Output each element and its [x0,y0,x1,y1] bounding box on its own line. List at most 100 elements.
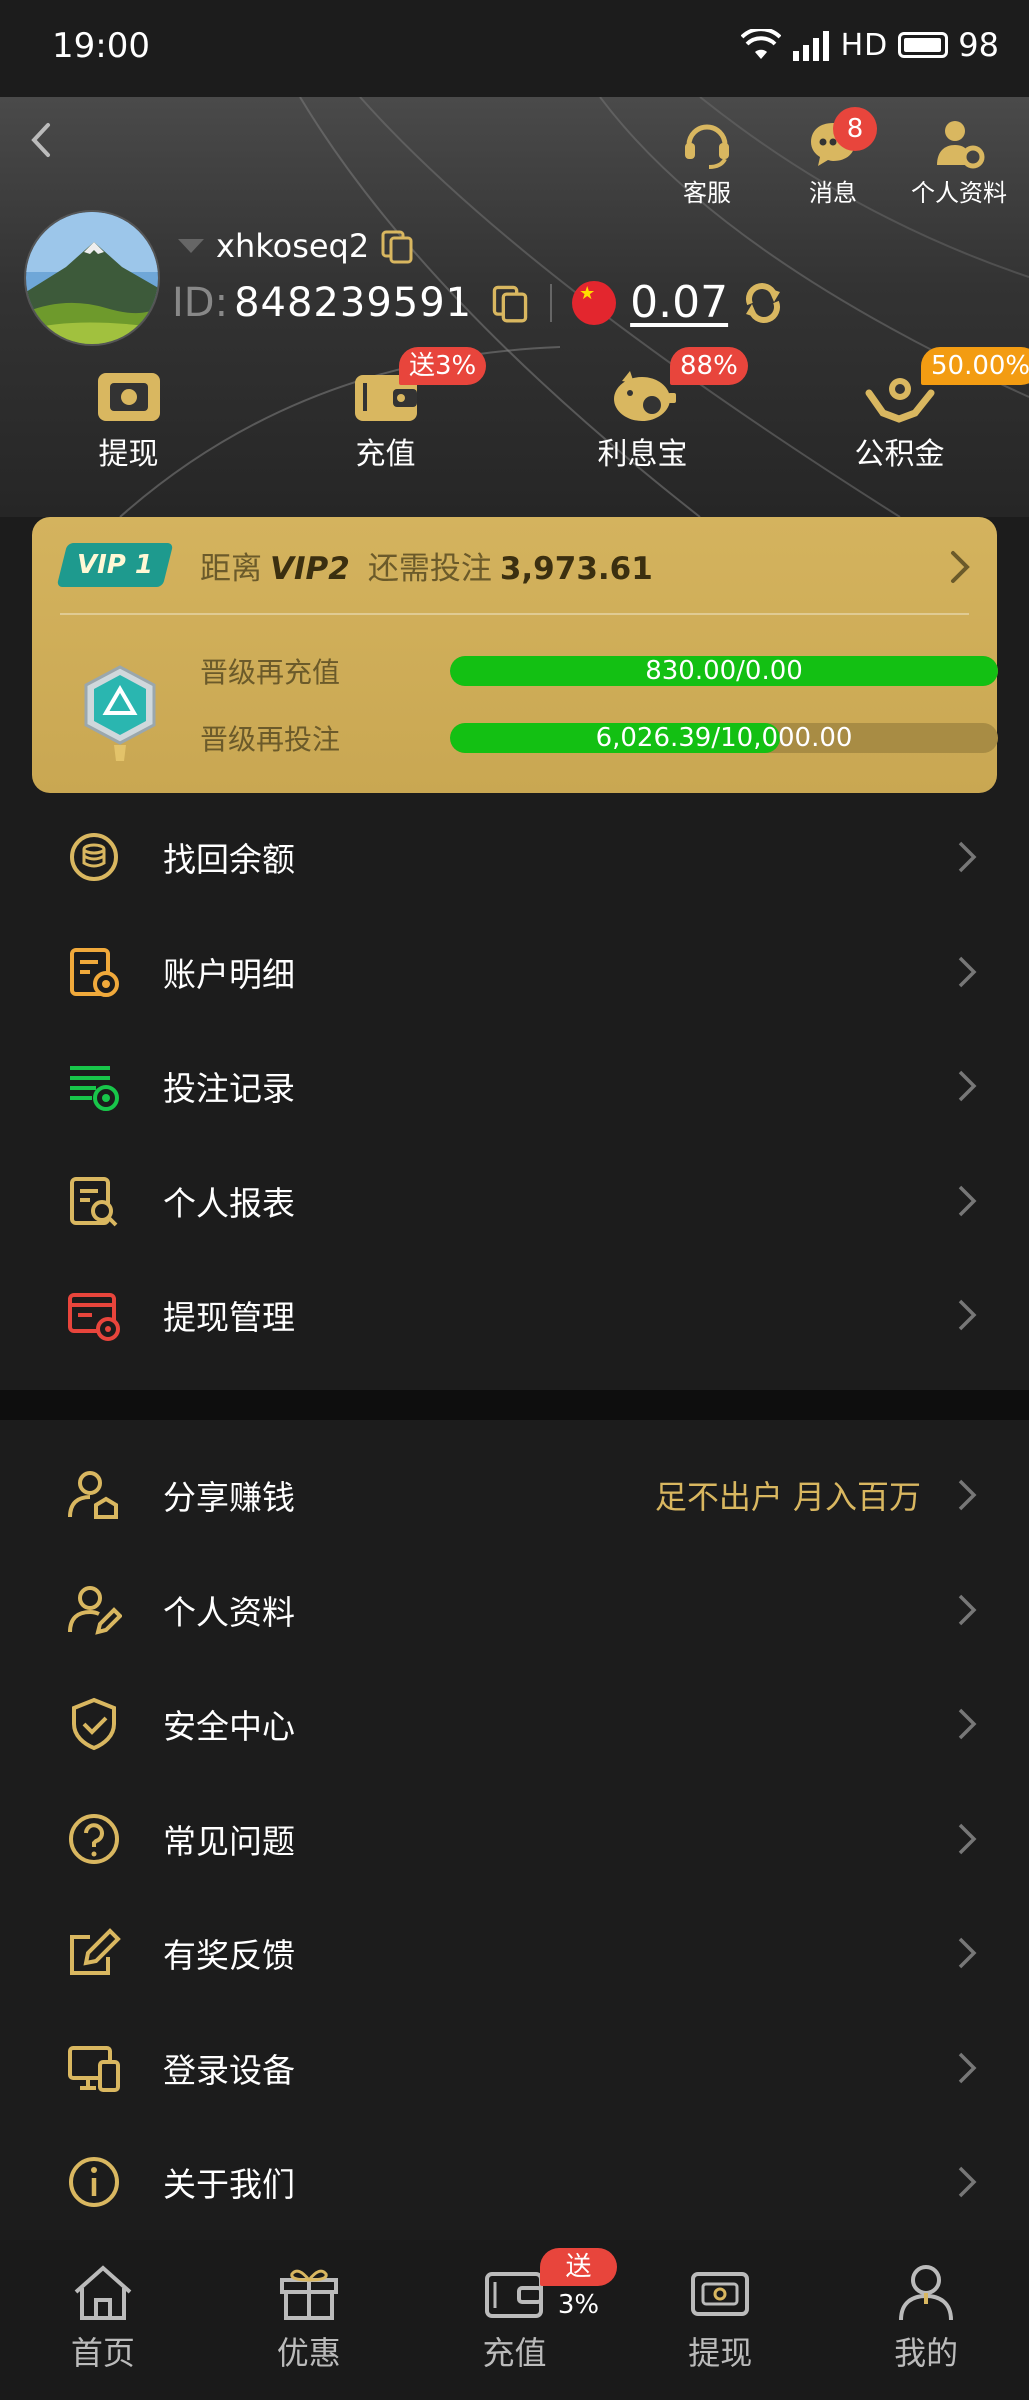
menu-item-faq[interactable]: 常见问题 [0,1782,1029,1897]
copy-icon[interactable] [379,228,415,264]
withdraw-icon [691,2272,750,2316]
vip-gem-icon [84,665,156,761]
devices-icon [68,2045,120,2092]
china-flag-icon [572,280,617,325]
id-label: ID: [172,279,229,326]
menu-item-feedback[interactable]: 有奖反馈 [0,1896,1029,2011]
network-type: HD [840,27,889,63]
customer-service-label: 客服 [683,179,731,207]
menu-item-about[interactable]: 关于我们 [0,2125,1029,2240]
chevron-right-icon[interactable] [945,547,975,587]
refresh-icon[interactable] [740,280,786,326]
report-icon [70,1176,118,1227]
avatar[interactable] [24,210,160,346]
interest-rate-badge: 88% [670,347,748,385]
vip-next-level: VIP2 [270,551,350,587]
share-earn-icon [68,1471,118,1520]
status-bar: 19:00 HD 98 [0,0,1029,97]
menu-item-bet-record[interactable]: 投注记录 [0,1029,1029,1144]
menu-item-account-detail[interactable]: 账户明细 [0,915,1029,1030]
nav-recharge[interactable]: 送3% 充值 [412,2240,618,2400]
menu-label: 有奖反馈 [163,1936,295,1976]
vip-level-badge: VIP 1 [56,543,174,587]
chevron-right-icon [958,1185,977,1216]
chevron-right-icon [958,1480,977,1511]
wifi-icon [740,29,781,59]
customer-service-button[interactable]: 客服 [647,115,767,208]
wallet-icon [485,2272,544,2318]
menu-item-profile[interactable]: 个人资料 [0,1553,1029,1668]
menu-item-security[interactable]: 安全中心 [0,1667,1029,1782]
share-earn-slogan: 足不出户 月入百万 [654,1478,921,1517]
recharge-progress-bar: 830.00/0.00 [450,656,998,686]
menu-item-withdraw-manage[interactable]: 提现管理 [0,1258,1029,1373]
menu-label: 找回余额 [163,840,295,880]
nav-recharge-bonus-badge: 送3% [539,2248,618,2320]
menu-item-share-earn[interactable]: 分享赚钱 足不出户 月入百万 [0,1438,1029,1553]
messages-button[interactable]: 8 消息 [773,107,893,208]
bet-progress-bar: 6,026.39/10,000.00 [450,723,998,753]
withdraw-icon [97,373,160,421]
quick-recharge-label: 充值 [355,437,416,472]
back-icon[interactable] [18,115,68,165]
recharge-progress-label: 晋级再充值 [200,656,341,689]
username: xhkoseq2 [216,227,370,265]
vip-distance-label: 距离 [200,551,262,587]
balance-amount: 0.07 [630,277,729,328]
vip-remaining-value: 3,973.61 [499,551,653,587]
signal-icon [792,31,829,61]
chevron-right-icon [958,1823,977,1854]
vip-card[interactable]: VIP 1 距离 VIP2 还需投注 3,973.61 晋级再充值 830.00… [32,517,998,793]
menu-group-account: 找回余额 账户明细 投注记录 个人报表 提现管理 [0,800,1029,1373]
recharge-progress-row: 晋级再充值 830.00/0.00 [200,651,998,691]
menu-label: 常见问题 [163,1821,295,1861]
menu-item-recover-balance[interactable]: 找回余额 [0,800,1029,915]
section-divider [0,1390,1029,1420]
user-id-row: ID: 848239591 0.07 [172,277,786,328]
chevron-right-icon [958,1938,977,1969]
nav-recharge-label: 充值 [482,2334,547,2372]
menu-label: 安全中心 [163,1707,295,1747]
menu-label: 账户明细 [163,954,295,994]
chevron-right-icon [958,2052,977,2083]
copy-id-icon[interactable] [490,283,530,323]
separator [550,283,553,322]
question-icon [69,1813,119,1864]
nav-home[interactable]: 首页 [0,2240,206,2400]
caret-down-icon[interactable] [176,236,206,256]
nav-promotions[interactable]: 优惠 [206,2240,412,2400]
status-time: 19:00 [52,26,150,66]
nav-home-label: 首页 [70,2334,135,2372]
battery-level: 98 [958,26,999,64]
nav-withdraw[interactable]: 提现 [617,2240,823,2400]
account-detail-icon [70,947,119,997]
profile-header: 客服 8 消息 个人资料 xhkoseq2 ID: 848239591 ★ 0.… [0,97,1029,517]
home-icon [74,2265,132,2320]
nav-profile[interactable]: 我的 [823,2240,1029,2400]
user-id: 848239591 [234,279,473,326]
menu-item-login-devices[interactable]: 登录设备 [0,2011,1029,2126]
chevron-right-icon [958,1709,977,1740]
fund-rate-badge: 50.00% [921,347,1029,385]
quick-withdraw-label: 提现 [98,437,159,472]
vip-divider [60,613,969,615]
chevron-right-icon [958,2167,977,2198]
vip-remaining-label: 还需投注 [367,551,492,587]
menu-label: 提现管理 [163,1298,295,1338]
quick-fund-label: 公积金 [854,437,945,472]
quick-recharge-button[interactable]: 送3% 充值 [257,347,514,473]
quick-interest-button[interactable]: 88% 利息宝 [514,347,771,473]
shield-icon [72,1698,116,1751]
nav-promotions-label: 优惠 [276,2334,341,2372]
menu-label: 个人报表 [163,1183,295,1223]
profile-button[interactable]: 个人资料 [899,115,1019,208]
messages-label: 消息 [809,179,857,207]
bet-progress-label: 晋级再投注 [200,723,341,756]
quick-fund-button[interactable]: 50.00% 公积金 [771,347,1029,473]
quick-withdraw-button[interactable]: 提现 [0,369,257,473]
bet-record-icon [70,1066,119,1112]
menu-item-personal-report[interactable]: 个人报表 [0,1144,1029,1259]
chevron-right-icon [958,956,977,987]
vip-level: VIP 1 [77,550,153,580]
header-actions: 客服 8 消息 个人资料 [647,107,1019,208]
